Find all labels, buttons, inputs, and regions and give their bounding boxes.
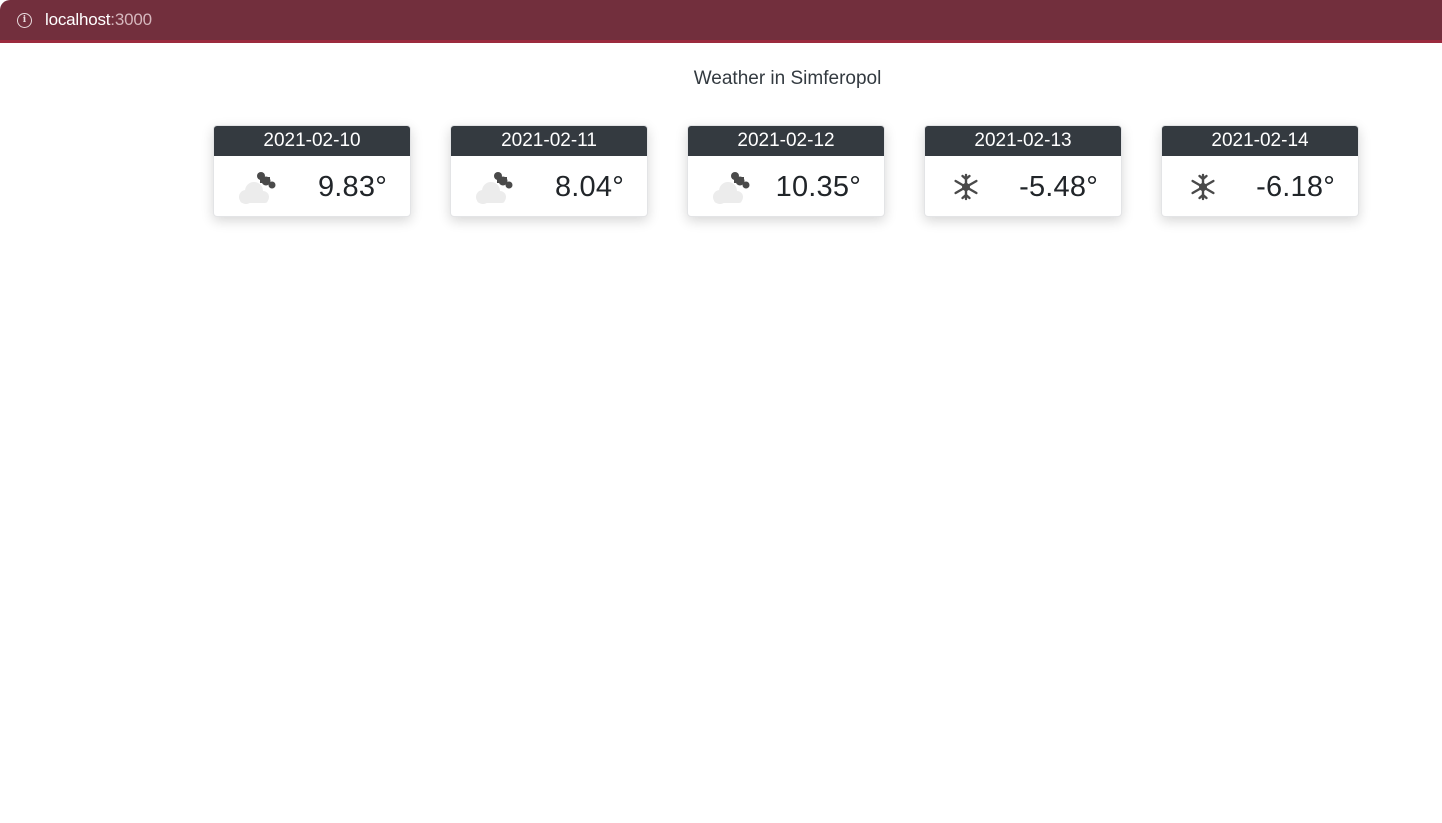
address-bar[interactable]: i localhost:3000 xyxy=(0,0,1442,43)
forecast-card: 2021-02-11 8.04° xyxy=(450,125,648,217)
forecast-date: 2021-02-10 xyxy=(214,126,410,156)
snowflake-icon xyxy=(1180,170,1228,204)
forecast-date: 2021-02-12 xyxy=(688,126,884,156)
cloud-icon xyxy=(706,170,754,204)
forecast-temperature: 8.04° xyxy=(554,170,624,203)
url-port: :3000 xyxy=(110,10,152,29)
forecast-card: 2021-02-12 10.35° xyxy=(687,125,885,217)
forecast-card: 2021-02-13 -5.48° xyxy=(924,125,1122,217)
forecast-temperature: -5.48° xyxy=(1019,170,1098,203)
url-text[interactable]: localhost:3000 xyxy=(45,10,152,30)
forecast-temperature: 10.35° xyxy=(775,170,861,203)
snowflake-icon xyxy=(943,170,991,204)
forecast-temperature: -6.18° xyxy=(1256,170,1335,203)
forecast-temperature: 9.83° xyxy=(317,170,387,203)
url-host: localhost xyxy=(45,10,111,29)
page-title: Weather in Simferopol xyxy=(693,68,882,89)
cloud-icon xyxy=(232,170,280,204)
info-icon[interactable]: i xyxy=(17,12,32,28)
forecast-date: 2021-02-13 xyxy=(925,126,1121,156)
forecast-card: 2021-02-14 -6.18° xyxy=(1161,125,1359,217)
forecast-card: 2021-02-10 9.83° xyxy=(213,125,411,217)
forecast-date: 2021-02-14 xyxy=(1162,126,1358,156)
forecast-date: 2021-02-11 xyxy=(451,126,647,156)
forecast-list: 2021-02-10 9.83° 2021-02-11 8.04° 2021-0… xyxy=(213,125,1359,217)
cloud-icon xyxy=(469,170,517,204)
